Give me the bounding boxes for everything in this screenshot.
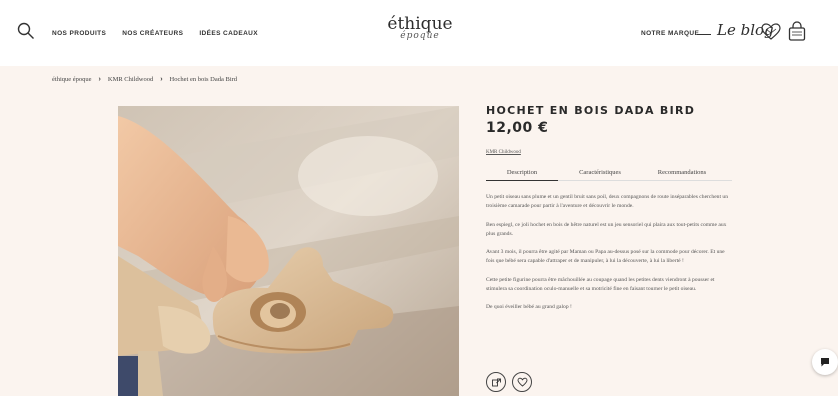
product-photo-illustration xyxy=(118,106,459,396)
product-description: Un petit oiseau sans plume et un gentil … xyxy=(486,193,732,313)
cart-icon[interactable] xyxy=(788,21,806,41)
wishlist-button[interactable] xyxy=(512,372,532,392)
breadcrumb: éthique époque › KMR Childwood › Hochet … xyxy=(52,76,237,83)
description-paragraph: De quoi éveiller bébé au grand galop ! xyxy=(486,304,572,311)
product-info: HOCHET EN BOIS DADA BIRD 12,00 € KMR Chi… xyxy=(486,104,742,322)
product-price: 12,00 € xyxy=(486,120,549,136)
tab-recommandations[interactable]: Recommandations xyxy=(642,169,722,181)
tab-description[interactable]: Description xyxy=(486,169,558,181)
product-brand-link[interactable]: KMR Childwood xyxy=(486,150,742,155)
main-nav: NOS PRODUITS NOS CRÉATEURS IDÉES CADEAUX xyxy=(52,30,258,37)
description-paragraph: Un petit oiseau sans plume et un gentil … xyxy=(486,194,729,210)
breadcrumb-chevron-icon: › xyxy=(98,76,101,83)
search-icon[interactable] xyxy=(17,22,35,40)
share-button[interactable] xyxy=(486,372,506,392)
product-actions xyxy=(486,372,532,392)
notre-marque-link[interactable]: NOTRE MARQUE xyxy=(641,30,699,37)
wishlist-heart-icon[interactable] xyxy=(761,23,781,41)
site-logo[interactable]: éthique époque xyxy=(385,16,455,41)
product-page: éthique époque › KMR Childwood › Hochet … xyxy=(0,66,838,396)
breadcrumb-chevron-icon: › xyxy=(160,76,163,83)
breadcrumb-current: Hochet en bois Dada Bird xyxy=(169,76,238,83)
tab-caracteristiques[interactable]: Caractéristiques xyxy=(558,169,642,181)
description-paragraph: Avant 3 mois, il pourra être agité par M… xyxy=(486,249,725,265)
chat-bubble-icon xyxy=(821,358,829,367)
chat-button[interactable] xyxy=(812,349,838,375)
nav-nos-createurs[interactable]: NOS CRÉATEURS xyxy=(122,30,183,37)
site-header: NOS PRODUITS NOS CRÉATEURS IDÉES CADEAUX… xyxy=(0,0,838,66)
share-icon xyxy=(491,378,501,386)
heart-small-icon xyxy=(517,377,527,387)
product-photo[interactable] xyxy=(118,106,459,396)
description-paragraph: Cette petite figurine pourra être mâchou… xyxy=(486,276,715,293)
description-paragraph: Ben espiegl, ce joli hochet en bois de h… xyxy=(486,221,727,237)
header-divider xyxy=(697,34,711,35)
breadcrumb-brand[interactable]: KMR Childwood xyxy=(108,76,153,83)
product-tabs: Description Caractéristiques Recommandat… xyxy=(486,169,742,181)
breadcrumb-home[interactable]: éthique époque xyxy=(52,76,92,83)
nav-nos-produits[interactable]: NOS PRODUITS xyxy=(52,30,106,37)
nav-idees-cadeaux[interactable]: IDÉES CADEAUX xyxy=(199,30,258,37)
logo-main-text: éthique xyxy=(387,14,453,34)
product-title: HOCHET EN BOIS DADA BIRD xyxy=(486,104,696,117)
